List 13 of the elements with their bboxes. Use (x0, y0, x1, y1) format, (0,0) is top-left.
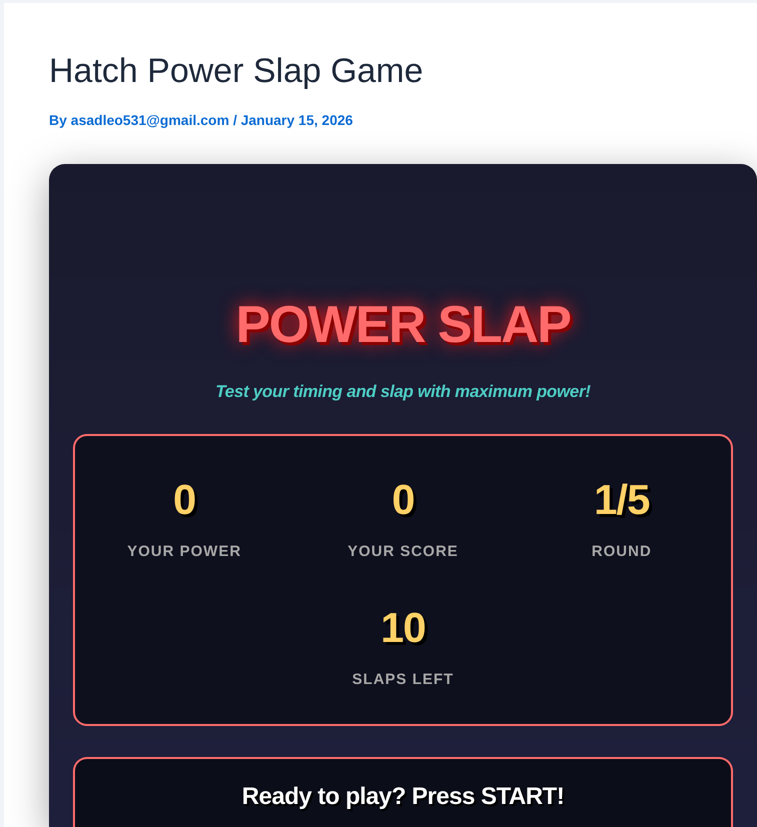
stat-value: 0 (392, 476, 414, 524)
status-message: Ready to play? Press START! (242, 782, 564, 812)
stat-value: 1/5 (594, 476, 650, 524)
game-subtitle: Test your timing and slap with maximum power! (215, 381, 591, 403)
stat-value: 10 (380, 604, 426, 652)
stat-label: SLAPS LEFT (352, 670, 454, 690)
stat-label: YOUR POWER (127, 542, 242, 562)
game-title: POWER SLAP (236, 295, 570, 355)
post-title: Hatch Power Slap Game (49, 51, 424, 92)
stat-label: ROUND (592, 542, 652, 562)
post-byline: By asadleo531@gmail.com / January 15, 2026 (49, 111, 353, 130)
stat-value: 0 (173, 476, 196, 524)
stat-label: YOUR SCORE (348, 542, 458, 562)
